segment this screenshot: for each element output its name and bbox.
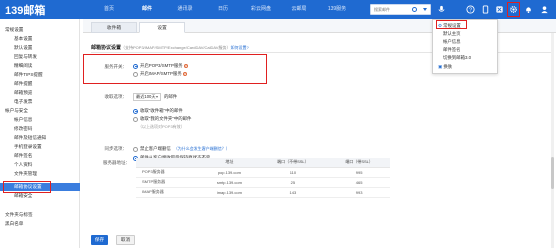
sidebar-item-invoice[interactable]: 电子发票 xyxy=(0,98,80,106)
table-row: IMAP服务器 imap.139.com 143 993 xyxy=(136,187,390,198)
page-title: 邮箱协议设置（支持POP3/IMAP/SMTP/Exchange/CardDAV… xyxy=(91,45,249,51)
sidebar-group-folders-tags[interactable]: 文件夹与标签 xyxy=(0,211,80,219)
menu-item-account[interactable]: 帐户信息 xyxy=(433,38,497,45)
sidebar-item-phone-login[interactable]: 手机登录设置 xyxy=(0,143,80,151)
receive-inbox-radio[interactable] xyxy=(133,108,138,114)
sidebar-group-account[interactable]: 帐户与安全 xyxy=(0,107,80,115)
table-row: SMTP服务器 smtp.139.com 25 465 xyxy=(136,177,390,188)
server-port: 143 xyxy=(257,187,329,198)
help-link[interactable]: 如何设置? xyxy=(230,45,248,50)
menu-item-switch-version[interactable]: 切换到邮箱3.0 xyxy=(433,54,497,61)
save-button[interactable]: 保存 xyxy=(91,235,108,245)
scrollbar-thumb[interactable] xyxy=(551,157,554,189)
app-logo[interactable]: 139邮箱 xyxy=(5,3,45,17)
nav-139-services[interactable]: 139服务 xyxy=(318,0,356,19)
server-type: POP3服务器 xyxy=(136,167,202,178)
col-header-port: 端口（不带SSL） xyxy=(257,158,329,168)
col-header xyxy=(136,158,202,168)
skin-icon: ▣ xyxy=(438,64,443,69)
server-ssl-port: 465 xyxy=(328,177,390,188)
receive-folder-radio[interactable] xyxy=(133,116,138,122)
receive-label: 收取选项： xyxy=(104,94,128,99)
help-icon[interactable]: ? xyxy=(466,5,475,14)
sidebar-item-preview[interactable]: 邮箱预览 xyxy=(0,89,80,97)
sidebar-item-profile[interactable]: 个人资料 xyxy=(0,161,80,169)
sidebar-item-password[interactable]: 修改密码 xyxy=(0,125,80,133)
sync-nodelete-radio[interactable] xyxy=(133,146,138,152)
server-ssl-port: 993 xyxy=(328,187,390,198)
svg-text:?: ? xyxy=(469,8,472,14)
chevron-down-icon xyxy=(156,96,158,98)
nav-cloud-post[interactable]: 云邮局 xyxy=(280,0,318,19)
menu-highlight xyxy=(436,20,467,29)
table-row: POP3服务器 pop.139.com 110 995 xyxy=(136,167,390,178)
top-nav: 首页 邮件 通讯录 日历 彩云网盘 云邮局 139服务 xyxy=(90,0,356,19)
mobile-icon[interactable] xyxy=(481,5,490,14)
receive-folder-option[interactable]: 收取"我的文件夹"中的邮件 xyxy=(133,116,191,122)
nav-home[interactable]: 首页 xyxy=(90,0,128,19)
server-ssl-port: 995 xyxy=(328,167,390,178)
server-address: smtp.139.com xyxy=(201,177,258,188)
sidebar-group-blacklist[interactable]: 黑白名单 xyxy=(0,220,80,228)
top-bar: 139邮箱 首页 邮件 通讯录 日历 彩云网盘 云邮局 139服务 ? xyxy=(0,0,556,19)
microphone-icon[interactable] xyxy=(437,5,446,14)
tab-inbox[interactable]: 收件箱 xyxy=(91,22,137,33)
sidebar-item-reply-forward[interactable]: 回复与转发 xyxy=(0,53,80,61)
server-label: 服务器地址： xyxy=(103,160,130,165)
receive-note: （以上选项对POP3有效） xyxy=(138,124,185,129)
receive-inbox-option[interactable]: 收取"收件箱"中的邮件 xyxy=(133,108,183,114)
search-box[interactable] xyxy=(370,4,431,15)
nav-calendar[interactable]: 日历 xyxy=(204,0,242,19)
sidebar-item-notify[interactable]: 邮件提醒 xyxy=(0,80,80,88)
scrollbar[interactable] xyxy=(551,33,554,248)
server-address: pop.139.com xyxy=(201,167,258,178)
sync-label: 同步选项： xyxy=(104,146,128,151)
server-table: 地址 端口（不带SSL） 端口（带SSL） POP3服务器 pop.139.co… xyxy=(136,158,390,198)
app-icon[interactable] xyxy=(495,5,504,14)
chevron-down-icon[interactable] xyxy=(423,8,427,11)
menu-item-skin[interactable]: ▣ 换肤 xyxy=(433,63,497,70)
protocol-hint: （支持POP3/IMAP/SMTP/Exchange/CardDAV/CalDA… xyxy=(121,45,231,50)
tab-settings[interactable]: 设置 xyxy=(139,22,185,33)
sidebar-group-general[interactable]: 常规设置 xyxy=(0,26,80,34)
server-type: IMAP服务器 xyxy=(136,187,202,198)
sidebar-highlight xyxy=(3,181,51,193)
settings-sidebar: 常规设置 基本设置 默认设置 回复与转发 精细阅读 邮件TIPS提醒 邮件提醒 … xyxy=(0,19,80,248)
col-header-address: 地址 xyxy=(201,158,258,168)
nav-cloud-drive[interactable]: 彩云网盘 xyxy=(242,0,280,19)
bell-icon[interactable] xyxy=(524,5,533,14)
search-icon[interactable] xyxy=(412,7,417,12)
settings-highlight xyxy=(507,2,520,17)
sidebar-item-signature[interactable]: 邮件签名 xyxy=(0,152,80,160)
col-header-ssl-port: 端口（带SSL） xyxy=(328,158,390,168)
sidebar-item-reading[interactable]: 精细阅读 xyxy=(0,62,80,70)
user-icon[interactable] xyxy=(540,5,549,14)
nav-mail[interactable]: 邮件 xyxy=(128,0,166,19)
sidebar-item-default[interactable]: 默认设置 xyxy=(0,44,80,52)
sidebar-item-account-info[interactable]: 帐户信息 xyxy=(0,116,80,124)
sidebar-item-security[interactable]: 邮箱安全 xyxy=(0,192,80,200)
menu-item-homepage[interactable]: 默认主页 xyxy=(433,30,497,37)
sidebar-item-tips[interactable]: 邮件TIPS提醒 xyxy=(0,71,80,79)
receive-suffix: 的邮件 xyxy=(164,94,178,99)
service-highlight xyxy=(83,54,267,84)
server-port: 25 xyxy=(257,177,329,188)
why-delete-link[interactable]: （为什么会发生客户端删信？） xyxy=(174,146,230,152)
menu-item-signature[interactable]: 邮件签名 xyxy=(433,46,497,53)
nav-contacts[interactable]: 通讯录 xyxy=(166,0,204,19)
sidebar-item-folders[interactable]: 文件夹管理 xyxy=(0,170,80,178)
cancel-button[interactable]: 取消 xyxy=(116,235,135,245)
sidebar-item-basic[interactable]: 基本设置 xyxy=(0,35,80,43)
server-port: 110 xyxy=(257,167,329,178)
sidebar-item-sms-notify[interactable]: 邮件及短信通知 xyxy=(0,134,80,142)
server-address: imap.139.com xyxy=(201,187,258,198)
sync-nodelete-option[interactable]: 禁止客户端删信 （为什么会发生客户端删信？） xyxy=(133,146,230,152)
server-type: SMTP服务器 xyxy=(136,177,202,188)
receive-range-select[interactable]: 最近100天 xyxy=(133,93,161,101)
